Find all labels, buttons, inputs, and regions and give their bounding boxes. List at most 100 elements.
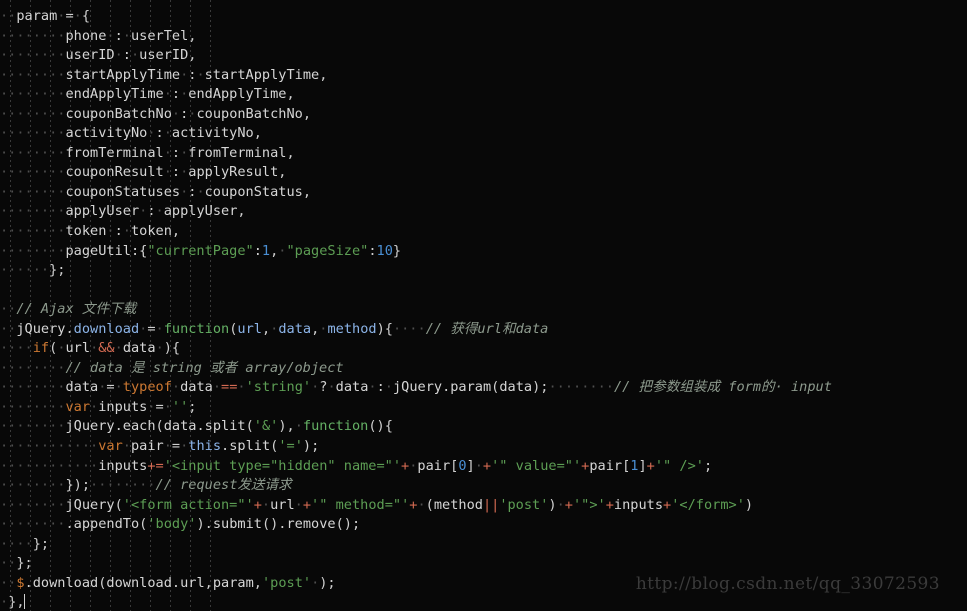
token-ws: · — [73, 8, 82, 24]
token-pun: (). — [261, 516, 287, 533]
code-line[interactable]: ········// data 是 string 或者 array/object — [0, 359, 832, 379]
token-pun: }; — [16, 555, 33, 572]
token-id: param — [450, 379, 492, 396]
code-line[interactable]: ········fromTerminal·:·fromTerminal, — [0, 144, 832, 164]
token-str: 'string' — [245, 379, 312, 396]
token-id: applyUser — [163, 203, 238, 220]
token-pun: }; — [49, 262, 66, 279]
token-ws: ········ — [0, 183, 66, 200]
token-id: startApplyTime — [204, 66, 320, 83]
code-line[interactable]: ········couponBatchNo·:·couponBatchNo, — [0, 105, 832, 125]
code-line[interactable]: ····if(·url·&&·data·){ — [0, 339, 832, 359]
token-par: this — [188, 438, 222, 455]
code-line[interactable]: ········couponStatuses·:·couponStatus, — [0, 183, 832, 203]
token-par: download — [73, 320, 140, 337]
token-id: data — [335, 379, 369, 396]
token-pun: = — [106, 379, 115, 396]
token-str: '<input type="hidden" name="' — [163, 457, 402, 474]
code-line[interactable]: ··param·=·{ — [0, 7, 832, 27]
token-pun: , — [319, 66, 328, 83]
csdn-watermark: http://blog.csdn.net/qq_33072593 — [635, 574, 940, 594]
token-id: inputs — [98, 398, 148, 415]
token-id: url — [65, 340, 91, 357]
token-num: 0 — [458, 457, 467, 474]
token-id: couponStatus — [204, 183, 303, 200]
token-str: "currentPage" — [147, 242, 254, 259]
token-pun: , — [286, 144, 295, 161]
token-ws: · — [163, 438, 172, 455]
token-pun: , — [204, 574, 213, 591]
token-id: pair — [589, 457, 623, 474]
token-kw: var — [65, 398, 91, 415]
token-op: + — [646, 457, 655, 474]
token-pun: ), — [278, 418, 295, 435]
token-pun: . — [114, 418, 123, 435]
token-ws: ········ — [0, 242, 66, 259]
token-ws: ········ — [0, 164, 66, 181]
token-id: endApplyTime — [188, 86, 287, 103]
code-line[interactable]: ····}; — [0, 535, 832, 555]
token-pun: ; — [703, 457, 713, 474]
code-line[interactable]: ········var·inputs·=·''; — [0, 398, 832, 418]
code-line[interactable]: ············var·pair·=·this.split('='); — [0, 437, 832, 457]
token-ws: · — [556, 496, 565, 513]
token-cm: // 把参数组装成 form的· input — [613, 379, 832, 396]
code-line[interactable]: ········endApplyTime·:·endApplyTime, — [0, 85, 832, 105]
token-pun: . — [65, 516, 74, 533]
token-ws: · — [163, 125, 172, 142]
token-ws: ········ — [0, 496, 66, 513]
token-cm: 文件下载 — [73, 301, 137, 318]
code-line[interactable]: ··// Ajax 文件下载 — [0, 300, 832, 320]
code-line[interactable]: ········applyUser·:·applyUser, — [0, 202, 832, 222]
token-str: '">' — [572, 496, 606, 513]
token-ws: ········ — [0, 66, 66, 83]
token-ws: · — [0, 594, 9, 611]
token-ws: · — [384, 379, 393, 396]
code-line[interactable]: ········couponResult·:·applyResult, — [0, 163, 832, 183]
code-line[interactable]: ········activityNo·:·activityNo, — [0, 124, 832, 144]
code-line[interactable]: ········token·:·token, — [0, 222, 832, 242]
code-line[interactable]: ········phone·:·userTel, — [0, 27, 832, 47]
token-pun: ){ — [376, 320, 393, 337]
token-str: '</form>' — [671, 496, 745, 513]
token-cm: // data 是 string 或者 array/object — [65, 359, 344, 376]
code-line[interactable]: ········pageUtil:{"currentPage":1,·"page… — [0, 242, 832, 262]
token-id: activityNo — [65, 125, 148, 142]
token-id: download — [32, 574, 99, 591]
code-content[interactable]: ··param·=·{········phone·:·userTel, ·····… — [0, 0, 832, 611]
token-pun: = — [147, 320, 156, 337]
token-id: pageUtil:{ — [65, 242, 148, 259]
code-line[interactable]: ········jQuery('<form action="'+·url·+'"… — [0, 496, 832, 516]
token-ws: ········ — [548, 379, 614, 396]
token-ws: · — [122, 438, 131, 455]
token-ws: ············ — [0, 457, 99, 474]
token-op: += — [147, 457, 164, 474]
token-ws: · — [163, 164, 172, 181]
code-line[interactable]: ······}; — [0, 261, 832, 281]
code-line[interactable]: ········startApplyTime·:·startApplyTime, — [0, 66, 832, 86]
token-ws: · — [147, 398, 156, 415]
code-line[interactable]: ········data·=·typeof·data·==·'string'·?… — [0, 378, 832, 398]
token-op: + — [482, 457, 492, 474]
code-line[interactable]: ·}, — [0, 593, 832, 611]
token-id: jQuery — [392, 379, 443, 396]
code-line[interactable]: ············inputs+='<input type="hidden… — [0, 457, 832, 477]
code-line[interactable]: ········.appendTo('body').submit().remov… — [0, 515, 832, 535]
token-id: param — [212, 574, 254, 591]
code-line[interactable]: ········userID·:·userID, — [0, 46, 832, 66]
code-line[interactable]: ··}; — [0, 554, 832, 574]
token-id: fromTerminal — [65, 144, 164, 161]
token-id: inputs — [613, 496, 664, 513]
token-ws: · — [114, 340, 123, 357]
token-pun: ); — [319, 574, 336, 591]
token-cm: // 获得url和data — [425, 320, 549, 337]
token-kw: var — [98, 438, 123, 455]
code-line[interactable]: ········jQuery.each(data.split('&'),·fun… — [0, 417, 832, 437]
token-pun: ( — [155, 418, 164, 435]
code-editor[interactable]: ··param·=·{········phone·:·userTel, ·····… — [0, 0, 967, 611]
code-line[interactable]: ········});········// request发送请求 — [0, 476, 832, 496]
code-line[interactable]: ··jQuery.download·=·function(url,·data,·… — [0, 320, 832, 340]
token-id: url — [270, 496, 295, 513]
code-line[interactable] — [0, 281, 832, 301]
token-pun: ); — [302, 438, 320, 455]
